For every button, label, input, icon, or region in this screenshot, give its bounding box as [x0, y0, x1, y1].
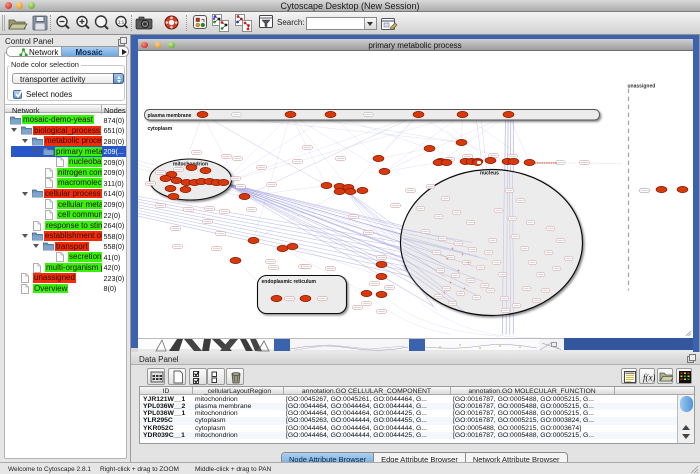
svg-text:nucleus: nucleus — [480, 171, 499, 177]
svg-text:f(x): f(x) — [643, 372, 655, 382]
svg-text:plasma membrane: plasma membrane — [147, 113, 191, 119]
svg-text:cytoplasm: cytoplasm — [147, 126, 172, 132]
svg-text:unassigned: unassigned — [627, 84, 655, 90]
svg-text:1:1: 1:1 — [118, 20, 125, 25]
svg-text:endoplasmic reticulum: endoplasmic reticulum — [261, 279, 316, 285]
